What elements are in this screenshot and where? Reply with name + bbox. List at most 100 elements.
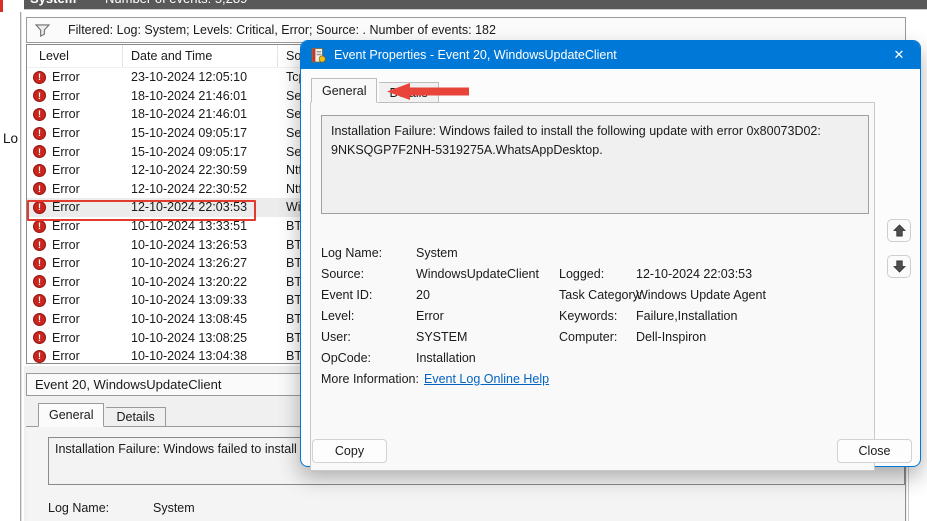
row-level: Error xyxy=(52,274,80,289)
field-value: SYSTEM xyxy=(416,330,468,344)
nav-clipped-label: Lo xyxy=(3,131,19,146)
error-icon: ! xyxy=(33,163,46,177)
field-value: 20 xyxy=(416,288,430,302)
error-icon: ! xyxy=(33,89,46,103)
row-datetime: 10-10-2024 13:04:38 xyxy=(131,349,248,364)
field-value: Failure,Installation xyxy=(636,309,738,323)
column-header-datetime[interactable]: Date and Time xyxy=(123,45,278,67)
row-level: Error xyxy=(52,163,80,178)
field-label: OpCode: xyxy=(321,351,372,365)
error-icon: ! xyxy=(33,145,46,159)
row-level-cell: ! Error xyxy=(27,182,123,196)
error-icon: ! xyxy=(33,349,46,363)
filter-text: Filtered: Log: System; Levels: Critical,… xyxy=(68,23,496,37)
window-right-edge-highlight xyxy=(908,467,909,521)
error-icon: ! xyxy=(33,312,46,326)
field-row: Computer: Dell-Inspiron xyxy=(559,330,766,351)
close-button[interactable]: Close xyxy=(837,439,912,463)
row-level-cell: ! Error xyxy=(27,145,123,159)
field-value: Windows Update Agent xyxy=(636,288,766,302)
error-icon: ! xyxy=(33,256,46,270)
row-level-cell: ! Error xyxy=(27,256,123,270)
dialog-fields-right: Logged: 12-10-2024 22:03:53 Task Categor… xyxy=(559,267,766,351)
row-level-cell: ! Error xyxy=(27,163,123,177)
event-properties-icon xyxy=(311,47,326,63)
row-datetime: 18-10-2024 21:46:01 xyxy=(131,107,248,122)
preview-tab[interactable]: Details xyxy=(106,407,166,427)
event-log-online-help-link[interactable]: Event Log Online Help xyxy=(424,372,549,386)
window-edge-accent xyxy=(0,0,3,12)
arrow-up-icon xyxy=(892,224,906,237)
row-datetime: 12-10-2024 22:03:53 xyxy=(131,200,248,215)
row-level: Error xyxy=(52,293,80,308)
row-datetime: 10-10-2024 13:09:33 xyxy=(131,293,248,308)
field-value: 12-10-2024 22:03:53 xyxy=(636,267,753,281)
row-level: Error xyxy=(52,88,80,103)
row-level: Error xyxy=(52,219,80,234)
row-level: Error xyxy=(52,200,80,215)
dialog-title-bar[interactable]: Event Properties - Event 20, WindowsUpda… xyxy=(301,41,920,69)
row-level-cell: ! Error xyxy=(27,219,123,233)
row-level-cell: ! Error xyxy=(27,107,123,121)
error-icon: ! xyxy=(33,293,46,307)
field-value: Installation xyxy=(416,351,476,365)
preview-log-name-row: Log Name: System xyxy=(48,501,195,515)
row-datetime: 10-10-2024 13:20:22 xyxy=(131,274,248,289)
field-row: Keywords: Failure,Installation xyxy=(559,309,766,330)
arrow-down-icon xyxy=(892,260,906,273)
row-level: Error xyxy=(52,349,80,364)
previous-event-button[interactable] xyxy=(887,219,911,242)
row-level-cell: ! Error xyxy=(27,312,123,326)
field-label: Keywords: xyxy=(559,309,618,323)
copy-button[interactable]: Copy xyxy=(312,439,387,463)
error-icon: ! xyxy=(33,70,46,84)
row-datetime: 15-10-2024 09:05:17 xyxy=(131,144,248,159)
row-level: Error xyxy=(52,237,80,252)
log-name: System xyxy=(30,0,76,6)
error-icon: ! xyxy=(33,331,46,345)
dialog-title: Event Properties - Event 20, WindowsUpda… xyxy=(334,48,617,62)
filter-icon xyxy=(35,23,50,37)
next-event-button[interactable] xyxy=(887,255,911,278)
row-level-cell: ! Error xyxy=(27,275,123,289)
field-label: Task Category: xyxy=(559,288,643,302)
error-icon: ! xyxy=(33,275,46,289)
field-label: Log Name: xyxy=(321,246,383,260)
event-description-line2: 9NKSQGP7F2NH-5319275A.WhatsAppDesktop. xyxy=(331,142,603,157)
field-value: Dell-Inspiron xyxy=(636,330,707,344)
row-datetime: 10-10-2024 13:26:27 xyxy=(131,256,248,271)
row-level: Error xyxy=(52,70,80,85)
row-level: Error xyxy=(52,144,80,159)
event-description-box[interactable]: Installation Failure: Windows failed to … xyxy=(321,115,869,214)
field-label: Logged: xyxy=(559,267,605,281)
row-level-cell: ! Error xyxy=(27,200,123,214)
row-level-cell: ! Error xyxy=(27,293,123,307)
field-label: Event ID: xyxy=(321,288,373,302)
row-level-cell: ! Error xyxy=(27,238,123,252)
row-datetime: 12-10-2024 22:30:59 xyxy=(131,163,248,178)
row-datetime: 23-10-2024 12:05:10 xyxy=(131,70,248,85)
row-datetime: 18-10-2024 21:46:01 xyxy=(131,88,248,103)
field-row: User: SYSTEM xyxy=(321,330,539,351)
pane-divider xyxy=(20,12,22,521)
row-level-cell: ! Error xyxy=(27,126,123,140)
preview-title: Event 20, WindowsUpdateClient xyxy=(35,377,222,392)
row-level-cell: ! Error xyxy=(27,349,123,363)
field-label: User: xyxy=(321,330,351,344)
close-icon[interactable]: ✕ xyxy=(878,41,920,69)
row-level-cell: ! Error xyxy=(27,331,123,345)
preview-log-name-value: System xyxy=(153,501,195,515)
more-information-label: More Information: xyxy=(321,372,419,386)
preview-tab[interactable]: General xyxy=(38,403,105,427)
events-count: Number of events: 5,289 xyxy=(105,0,247,6)
row-level: Error xyxy=(52,256,80,271)
log-title-bar: System Number of events: 5,289 xyxy=(24,0,927,10)
column-header-level[interactable]: Level xyxy=(27,45,123,67)
row-datetime: 10-10-2024 13:08:25 xyxy=(131,330,248,345)
row-datetime: 10-10-2024 13:26:53 xyxy=(131,237,248,252)
error-icon: ! xyxy=(33,219,46,233)
field-label: Level: xyxy=(321,309,355,323)
error-icon: ! xyxy=(33,126,46,140)
dialog-tab[interactable]: General xyxy=(311,78,378,103)
row-level: Error xyxy=(52,312,80,327)
